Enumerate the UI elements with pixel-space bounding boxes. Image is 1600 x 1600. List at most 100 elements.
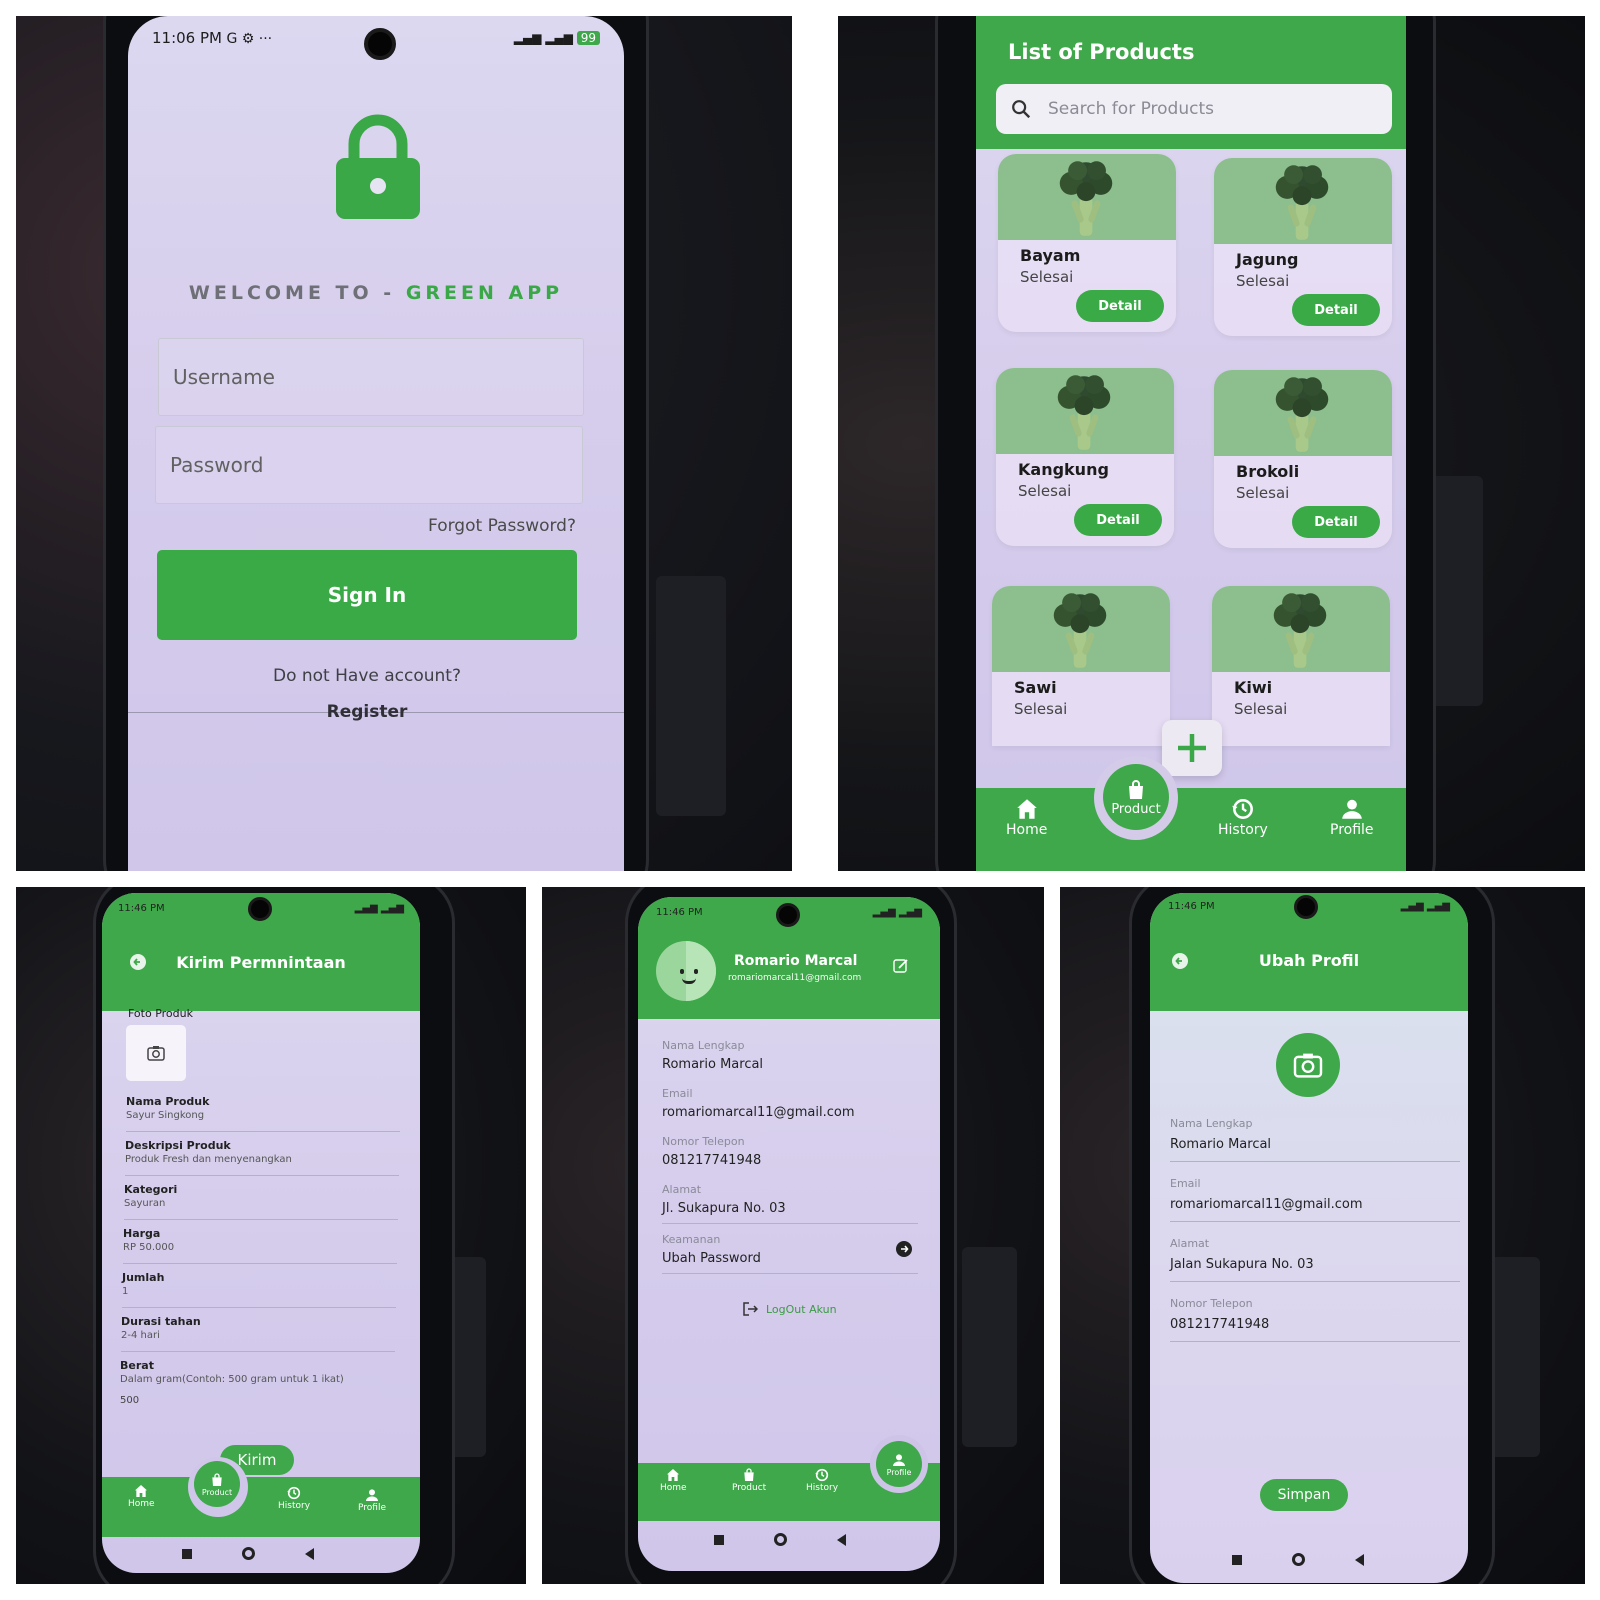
page-title: Kirim Permnintaan: [176, 953, 346, 972]
field-divider: [124, 1219, 398, 1220]
field-value[interactable]: RP 50.000: [123, 1242, 174, 1253]
detail-button[interactable]: Detail: [1076, 290, 1164, 322]
history-icon: [814, 1467, 830, 1483]
nav-product[interactable]: Product: [732, 1467, 766, 1493]
plus-icon: [1178, 734, 1206, 762]
field-label: Durasi tahan: [121, 1315, 201, 1328]
product-card[interactable]: Kangkung Selesai Detail: [996, 368, 1174, 546]
system-nav: [1232, 1553, 1364, 1566]
field-value: Romario Marcal: [662, 1057, 764, 1072]
product-status: Selesai: [1236, 272, 1290, 290]
nav-product-active[interactable]: Product: [194, 1461, 240, 1507]
field-label: Nama Produk: [126, 1095, 210, 1108]
nav-home[interactable]: Home: [128, 1483, 155, 1509]
edit-profile-photo: 11:46 PM ▂▄▆ ▂▄▆ Ubah Profil Nama Lengkap…: [1060, 887, 1585, 1584]
product-name: Brokoli: [1236, 462, 1300, 481]
search-placeholder: Search for Products: [1048, 99, 1214, 119]
product-card[interactable]: Jagung Selesai Detail: [1214, 158, 1392, 336]
sign-in-button[interactable]: Sign In: [157, 550, 577, 640]
field-label: Alamat: [662, 1183, 702, 1196]
field-value[interactable]: Sayuran: [124, 1198, 165, 1209]
field-value[interactable]: Produk Fresh dan menyenangkan: [125, 1154, 292, 1165]
profile-screen: 11:46 PM ▂▄▆ ▂▄▆ Romario Marcal romarioma…: [638, 897, 940, 1571]
product-card[interactable]: Kiwi Selesai: [1212, 586, 1390, 746]
field-label: Nama Lengkap: [662, 1039, 745, 1052]
photo-upload[interactable]: [126, 1025, 186, 1081]
field-value[interactable]: 2-4 hari: [121, 1330, 160, 1341]
product-name: Jagung: [1236, 250, 1299, 269]
logout-button[interactable]: LogOut Akun: [742, 1301, 837, 1317]
broccoli-image: [1054, 156, 1118, 240]
nav-history[interactable]: History: [806, 1467, 838, 1493]
product-card[interactable]: Bayam Selesai Detail: [998, 154, 1176, 332]
product-card[interactable]: Brokoli Selesai Detail: [1214, 370, 1392, 548]
field-value[interactable]: Dalam gram(Contoh: 500 gram untuk 1 ikat…: [120, 1374, 344, 1385]
avatar-upload[interactable]: [1276, 1033, 1340, 1097]
bag-icon: [1124, 778, 1148, 802]
weight-value: 500: [120, 1395, 140, 1406]
field-label: Harga: [123, 1227, 161, 1240]
edit-icon[interactable]: [892, 957, 910, 975]
broccoli-image: [1048, 588, 1112, 672]
search-bar[interactable]: Search for Products: [996, 84, 1392, 134]
field-value[interactable]: Sayur Singkong: [126, 1110, 204, 1121]
nav-home[interactable]: Home: [660, 1467, 687, 1493]
arrow-right-icon[interactable]: [896, 1241, 912, 1257]
search-icon: [1012, 100, 1031, 119]
welcome-title: WELCOME TO - GREEN APP: [188, 282, 564, 304]
field-value[interactable]: Ubah Password: [662, 1251, 761, 1266]
field-divider: [662, 1223, 918, 1224]
product-status: Selesai: [1236, 484, 1290, 502]
field-value: 081217741948: [662, 1153, 762, 1168]
detail-button[interactable]: Detail: [1074, 504, 1162, 536]
history-icon: [286, 1485, 302, 1501]
product-card[interactable]: Sawi Selesai: [992, 586, 1170, 746]
product-name: Bayam: [1020, 246, 1081, 265]
lock-icon: [336, 114, 420, 219]
field-divider: [122, 1307, 396, 1308]
detail-button[interactable]: Detail: [1292, 294, 1380, 326]
profile-email-header: romariomarcal11@gmail.com: [728, 973, 862, 983]
nav-home[interactable]: Home: [1006, 796, 1047, 838]
nav-history[interactable]: History: [278, 1485, 310, 1511]
system-nav: [714, 1533, 846, 1546]
product-status: Selesai: [1020, 268, 1074, 286]
field-label: Jumlah: [122, 1271, 165, 1284]
field-input[interactable]: Romario Marcal: [1170, 1137, 1271, 1152]
field-divider: [126, 1131, 400, 1132]
detail-button[interactable]: Detail: [1292, 506, 1380, 538]
register-link[interactable]: Register: [128, 702, 606, 722]
login-screen: 11:06 PM G ⚙ ··· ▂▄▆ ▂▄▆ 99 WELCOME TO -…: [128, 16, 624, 871]
profile-photo: 11:46 PM ▂▄▆ ▂▄▆ Romario Marcal romarioma…: [542, 887, 1044, 1584]
nav-product-active[interactable]: Product: [1103, 764, 1169, 830]
field-label: Nama Lengkap: [1170, 1117, 1253, 1130]
save-button[interactable]: Simpan: [1260, 1479, 1348, 1511]
nav-profile[interactable]: Profile: [358, 1487, 386, 1513]
bag-icon: [741, 1467, 757, 1483]
field-divider: [125, 1175, 399, 1176]
forgot-password-link[interactable]: Forgot Password?: [428, 516, 576, 536]
history-icon: [1230, 796, 1256, 822]
nav-history[interactable]: History: [1218, 796, 1268, 838]
request-photo: 11:46 PM ▂▄▆ ▂▄▆ Kirim Permnintaan Foto P…: [16, 887, 526, 1584]
page-title: Ubah Profil: [1258, 951, 1360, 970]
field-label: Alamat: [1170, 1237, 1210, 1250]
field-input[interactable]: 081217741948: [1170, 1317, 1269, 1332]
nav-profile[interactable]: Profile: [1330, 796, 1374, 838]
nav-profile-active[interactable]: Profile: [876, 1441, 922, 1487]
field-input[interactable]: Jalan Sukapura No. 03: [1170, 1257, 1314, 1272]
bag-icon: [209, 1472, 225, 1488]
username-input[interactable]: Username: [158, 338, 584, 416]
product-name: Sawi: [1014, 678, 1057, 697]
field-value[interactable]: 1: [122, 1286, 128, 1297]
broccoli-image: [1268, 588, 1332, 672]
broccoli-image: [1270, 372, 1334, 456]
field-input[interactable]: romariomarcal11@gmail.com: [1170, 1197, 1363, 1212]
field-label: Kategori: [124, 1183, 178, 1196]
broccoli-image: [1052, 370, 1116, 454]
front-camera: [364, 28, 396, 60]
password-input[interactable]: Password: [155, 426, 583, 504]
add-product-button[interactable]: [1162, 720, 1222, 776]
field-divider: [1170, 1161, 1460, 1162]
field-label: Keamanan: [662, 1233, 721, 1246]
